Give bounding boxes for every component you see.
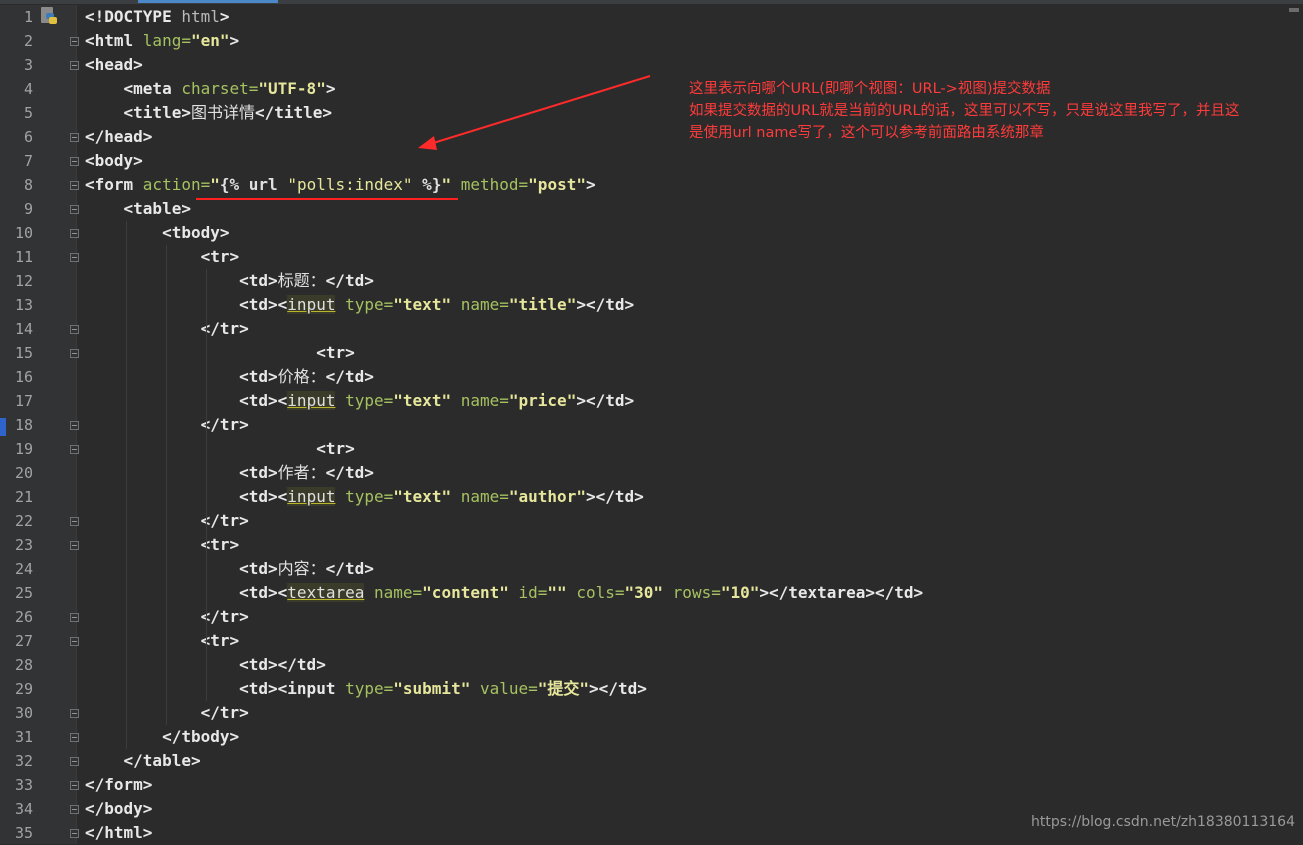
annotation-line-3: 是使用url name写了，这个可以参考前面路由系统那章	[689, 125, 1044, 141]
watermark: https://blog.csdn.net/zh18380113164	[1031, 814, 1295, 830]
annotation-line-2: 如果提交数据的URL就是当前的URL的话，这里可以不写，只是说这里我写了，并且这	[689, 103, 1240, 119]
annotation-note: 这里表示向哪个URL(即哪个视图：URL->视图)提交数据 如果提交数据的URL…	[689, 78, 1299, 144]
code-editor[interactable]: 1 2 3 4 5 6 7 8 9 10 11 12 13 14 15 16 17 18 19 20 21 22 23 24 2…	[0, 0, 1303, 844]
annotation-line-1: 这里表示向哪个URL(即哪个视图：URL->视图)提交数据	[689, 81, 1051, 97]
